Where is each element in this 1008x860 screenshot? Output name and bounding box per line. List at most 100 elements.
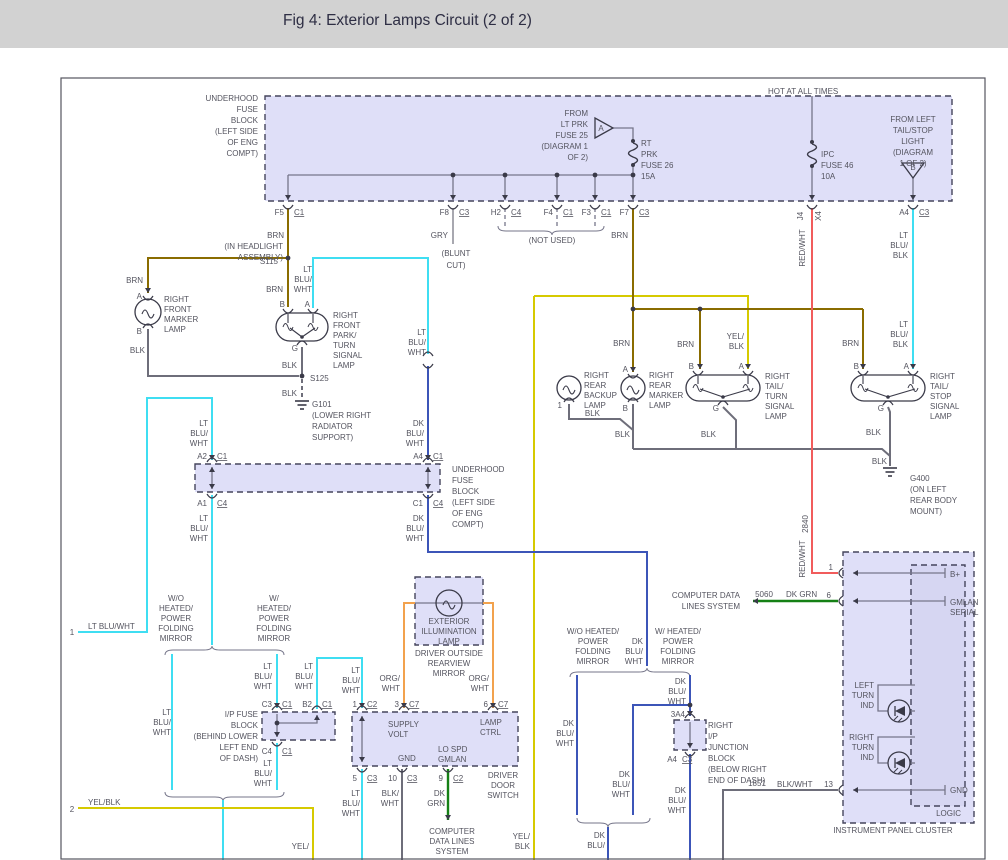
diagram-label: 6 <box>827 591 832 600</box>
diagram-label: FROM <box>564 109 588 118</box>
diagram-label: B <box>689 362 694 371</box>
diagram-label: C3 <box>459 208 470 217</box>
diagram-label: FRONT <box>333 321 361 330</box>
arrowhead <box>860 364 866 369</box>
lamp-icon <box>557 376 581 400</box>
diagram-label: F5 <box>275 208 285 217</box>
diagram-label: MARKER <box>164 315 198 324</box>
diagram-label: YEL/ <box>727 332 745 341</box>
diagram-label: BLU/ <box>890 241 909 250</box>
diagram-label: SIGNAL <box>765 402 795 411</box>
diagram-label: S125 <box>310 374 329 383</box>
diagram-label: A4 <box>667 755 677 764</box>
diagram-label: LT BLU/WHT <box>88 622 135 631</box>
diagram-label: LT <box>899 320 908 329</box>
diagram-label: FUSE <box>237 105 258 114</box>
diagram-label: C1 <box>413 499 424 508</box>
pin-connector-icon <box>552 205 562 209</box>
diagram-label: (LEFT SIDE <box>452 498 495 507</box>
diagram-label: BLU/ <box>294 275 313 284</box>
diagram-label: 1851 <box>748 779 766 788</box>
diagram-label: WHT <box>295 682 313 691</box>
diagram-label: A4 <box>413 452 423 461</box>
diagram-label: TURN <box>765 392 787 401</box>
diagram-label: LT <box>303 265 312 274</box>
diagram-label: MIRROR <box>160 634 193 643</box>
diagram-label: SUPPLY <box>388 720 420 729</box>
diagram-label: DK <box>594 831 606 840</box>
arrowhead <box>745 364 751 369</box>
diagram-label: BLU/ <box>625 647 644 656</box>
diagram-label: BRN <box>267 231 284 240</box>
diagram-label: G <box>878 404 884 413</box>
diagram-label: REAR BODY <box>910 496 958 505</box>
diagram-label: SUPPORT) <box>312 433 354 442</box>
diagram-label: 2840 <box>801 515 810 533</box>
diagram-label: PRK <box>641 150 658 159</box>
diagram-label: LAMP <box>438 637 460 646</box>
diagram-label: C4 <box>511 208 522 217</box>
diagram-label: BLU/ <box>587 841 606 850</box>
pin-connector-icon <box>807 205 817 209</box>
diagram-label: LT <box>304 662 313 671</box>
diagram-label: BLU/ <box>190 429 209 438</box>
diagram-label: (BELOW RIGHT <box>708 765 767 774</box>
diagram-label: X4 <box>814 211 823 221</box>
diagram-label: BLU/ <box>342 676 361 685</box>
diagram-label: WHT <box>190 534 208 543</box>
diagram-label: C2 <box>453 774 464 783</box>
diagram-label: B <box>137 327 142 336</box>
diagram-label: I/P FUSE <box>225 710 258 719</box>
diagram-label: BLU/ <box>342 799 361 808</box>
brace <box>577 818 650 827</box>
diagram-label: B2 <box>302 700 312 709</box>
diagram-label: WHT <box>153 728 171 737</box>
diagram-label: UNDERHOOD <box>206 94 259 103</box>
diagram-label: WHT <box>254 682 272 691</box>
lamp-icon <box>621 376 645 400</box>
diagram-label: BLK <box>701 430 717 439</box>
diagram-label: RED/WHT <box>798 229 807 266</box>
diagram-label: RIGHT <box>164 295 189 304</box>
diagram-label: W/ HEATED/ <box>655 627 702 636</box>
diagram-label: 13 <box>824 780 833 789</box>
diagram-label: LT <box>199 514 208 523</box>
diagram-label: SYSTEM <box>436 847 469 856</box>
wiring-diagram: ABHOT AT ALL TIMESUNDERHOODFUSEBLOCK(LEF… <box>0 0 1008 860</box>
lamp-filament-icon <box>693 385 703 392</box>
diagram-label: A <box>137 292 143 301</box>
diagram-label: H2 <box>491 208 502 217</box>
wire <box>534 296 748 369</box>
diagram-label: TURN <box>852 691 874 700</box>
diagram-label: LT PRK <box>561 120 589 129</box>
diagram-label: LO SPD <box>438 745 468 754</box>
diagram-label: C4 <box>217 499 228 508</box>
diagram-label: LAMP <box>480 718 502 727</box>
diagram-label: OF 2) <box>568 153 589 162</box>
diagram-label: C1 <box>601 208 612 217</box>
diagram-label: RIGHT <box>584 371 609 380</box>
diagram-label: WHT <box>406 439 424 448</box>
diagram-label: C1 <box>563 208 574 217</box>
diagram-label: C3 <box>367 774 378 783</box>
diagram-label: 10A <box>821 172 836 181</box>
diagram-label: REARVIEW <box>428 659 471 668</box>
diagram-label: LINES SYSTEM <box>682 602 741 611</box>
diagram-label: DK <box>413 514 425 523</box>
diagram-label: COMPT) <box>452 520 484 529</box>
diagram-label: MIRROR <box>662 657 695 666</box>
diagram-label: ORG/ <box>469 674 490 683</box>
diagram-label: SIGNAL <box>930 402 960 411</box>
diagram-label: RIGHT <box>849 733 874 742</box>
brace <box>570 668 690 677</box>
diagram-label: CUT) <box>446 261 465 270</box>
diagram-label: FUSE <box>452 476 473 485</box>
diagram-label: UNDERHOOD <box>452 465 505 474</box>
diagram-label: MIRROR <box>433 669 466 678</box>
diagram-label: WHT <box>342 686 360 695</box>
dual-lamp-icon <box>886 395 890 399</box>
splice-dot <box>593 173 598 178</box>
diagram-label: ILLUMINATION <box>421 627 477 636</box>
diagram-label: 3 <box>395 700 400 709</box>
diagram-label: RIGHT <box>930 372 955 381</box>
